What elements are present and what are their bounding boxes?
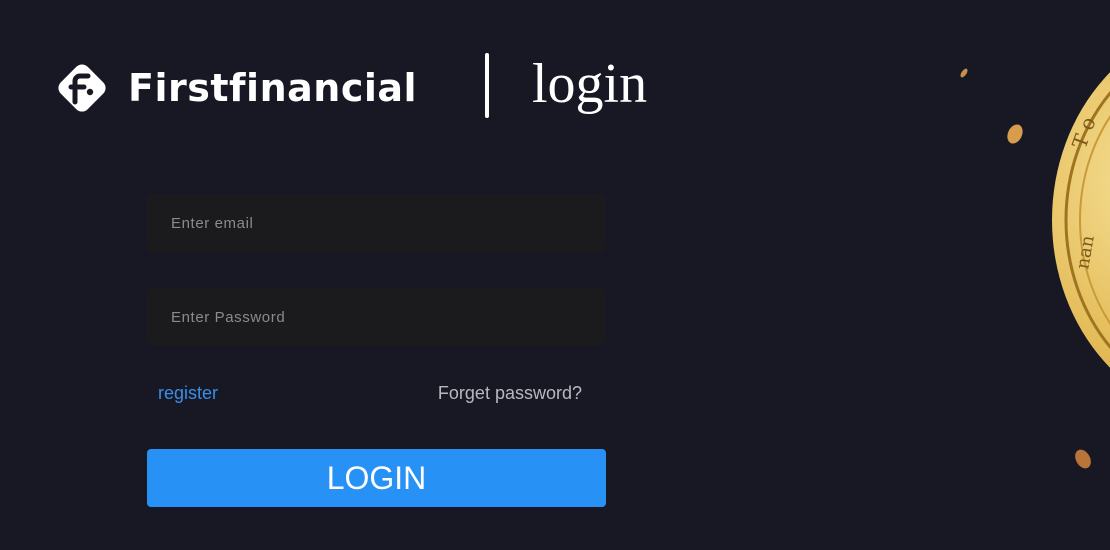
brand: Firstfinancial: [50, 56, 417, 120]
brand-divider: [485, 53, 489, 118]
page-title: login: [532, 53, 648, 115]
email-field[interactable]: [147, 194, 605, 252]
coin-particles: [960, 68, 1091, 469]
forgot-password-link[interactable]: Forget password?: [438, 383, 582, 404]
svg-text:T o: T o: [1067, 114, 1100, 152]
register-link[interactable]: register: [158, 383, 218, 404]
brand-name: Firstfinancial: [128, 66, 418, 110]
svg-text:nan: nan: [1072, 233, 1099, 270]
password-field[interactable]: [147, 288, 605, 346]
login-button[interactable]: LOGIN: [147, 449, 606, 507]
firstfinancial-logo-icon: [58, 64, 106, 112]
coin-icon: T o nan: [1052, 72, 1110, 368]
